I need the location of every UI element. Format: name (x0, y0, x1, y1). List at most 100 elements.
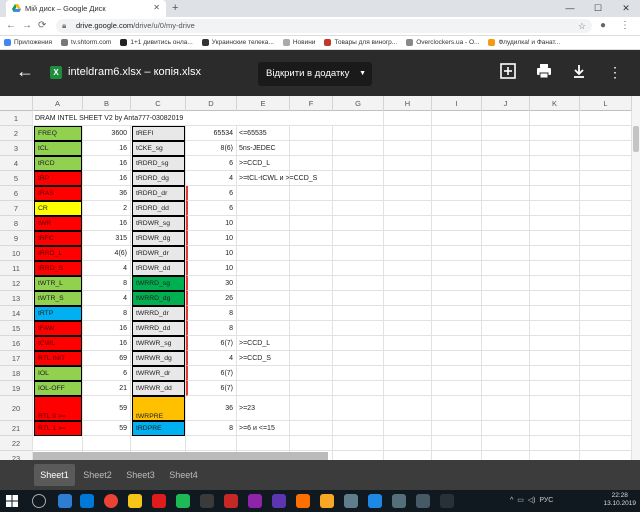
param-value-cell[interactable]: 6 (83, 366, 131, 381)
minimize-icon[interactable]: — (556, 0, 584, 17)
menu-dots-icon[interactable]: ⋮ (620, 20, 630, 31)
row-header[interactable]: 14 (0, 306, 33, 321)
timing-label-cell[interactable]: tWRWR_dr (132, 366, 185, 381)
row-header[interactable]: 13 (0, 291, 33, 306)
row-header[interactable]: 5 (0, 171, 33, 186)
note-cell[interactable]: >=CCD_L (237, 336, 290, 351)
timing-value-cell[interactable]: 10 (186, 246, 237, 261)
row-header[interactable]: 8 (0, 216, 33, 231)
timing-value-cell[interactable]: 6(7) (186, 336, 237, 351)
row-header[interactable]: 10 (0, 246, 33, 261)
column-header[interactable]: G (333, 96, 384, 111)
note-cell[interactable] (237, 321, 290, 336)
param-label-cell[interactable]: tWR (34, 216, 82, 231)
edge-icon[interactable] (80, 494, 94, 508)
app-icon-2[interactable] (200, 494, 214, 508)
sheet-tab[interactable]: Sheet2 (77, 464, 118, 486)
timing-value-cell[interactable]: 8 (186, 321, 237, 336)
row-header[interactable]: 12 (0, 276, 33, 291)
search-icon[interactable] (32, 494, 46, 508)
column-header[interactable]: F (290, 96, 333, 111)
note-cell[interactable]: >=CCD_L (237, 156, 290, 171)
timing-label-cell[interactable]: tWRPRE (132, 396, 185, 421)
param-label-cell[interactable]: FREQ (34, 126, 82, 141)
row-header[interactable]: 2 (0, 126, 33, 141)
timing-label-cell[interactable]: tWRWR_dd (132, 381, 185, 396)
param-value-cell[interactable]: 4 (83, 291, 131, 306)
app-icon-3[interactable] (224, 494, 238, 508)
param-label-cell[interactable]: tRTP (34, 306, 82, 321)
column-header[interactable]: C (131, 96, 186, 111)
back-nav-icon[interactable]: ← (6, 20, 16, 31)
bookmark-item[interactable]: 1+1 дивитись онла... (120, 39, 193, 46)
app-icon-8[interactable] (344, 494, 358, 508)
row-header[interactable]: 1 (0, 111, 33, 126)
param-value-cell[interactable]: 16 (83, 321, 131, 336)
opera-icon[interactable] (152, 494, 166, 508)
timing-value-cell[interactable]: 4 (186, 171, 237, 186)
timing-label-cell[interactable]: tRDRD_dr (132, 186, 185, 201)
spreadsheet-grid[interactable]: ABCDEFGHIJKL 1 2 3 4 5 6 7 8 9 10 11 12 13 14 15 16 17 18… (0, 96, 640, 460)
add-to-drive-icon[interactable] (499, 63, 517, 81)
app-icon-10[interactable] (392, 494, 406, 508)
param-value-cell[interactable]: 69 (83, 351, 131, 366)
param-value-cell[interactable]: 59 (83, 396, 131, 421)
param-value-cell[interactable]: 21 (83, 381, 131, 396)
sheet-tab[interactable]: Sheet1 (34, 464, 75, 486)
timing-value-cell[interactable]: 10 (186, 231, 237, 246)
sheet-tab[interactable]: Sheet3 (120, 464, 161, 486)
note-cell[interactable] (237, 276, 290, 291)
column-header[interactable]: D (186, 96, 237, 111)
timing-label-cell[interactable]: tRDRD_dg (132, 171, 185, 186)
print-icon[interactable] (535, 63, 553, 81)
timing-value-cell[interactable]: 4 (186, 351, 237, 366)
param-label-cell[interactable]: tRAS (34, 186, 82, 201)
column-header[interactable]: A (33, 96, 83, 111)
timing-label-cell[interactable]: tRDPRE (132, 421, 185, 436)
param-value-cell[interactable]: 16 (83, 141, 131, 156)
param-label-cell[interactable]: tFAW (34, 321, 82, 336)
param-value-cell[interactable]: 2 (83, 201, 131, 216)
timing-value-cell[interactable]: 8 (186, 421, 237, 436)
note-cell[interactable] (237, 381, 290, 396)
app-icon-1[interactable] (176, 494, 190, 508)
timing-label-cell[interactable]: tREFI (132, 126, 185, 141)
sheet-title-cell[interactable]: DRAM INTEL SHEET V2 by Anta777-03082019 (33, 111, 333, 126)
note-cell[interactable] (237, 201, 290, 216)
row-header[interactable]: 3 (0, 141, 33, 156)
app-icon-9[interactable] (368, 494, 382, 508)
profile-avatar-icon[interactable]: ● (600, 20, 606, 31)
timing-value-cell[interactable]: 6(7) (186, 381, 237, 396)
timing-label-cell[interactable]: tWRWR_dg (132, 351, 185, 366)
note-cell[interactable] (237, 216, 290, 231)
timing-value-cell[interactable]: 6(7) (186, 366, 237, 381)
chrome-icon[interactable] (104, 494, 118, 508)
back-arrow-icon[interactable]: ← (16, 61, 34, 82)
param-label-cell[interactable]: CR (34, 201, 82, 216)
column-header[interactable]: J (482, 96, 530, 111)
timing-value-cell[interactable]: 30 (186, 276, 237, 291)
forward-nav-icon[interactable]: → (22, 20, 32, 31)
param-label-cell[interactable]: IOL (34, 366, 82, 381)
bookmark-item[interactable]: Флудилка! и Фанат... (488, 39, 560, 46)
bookmark-item[interactable]: Товары для виногр... (324, 39, 397, 46)
timing-label-cell[interactable]: tRDWR_dr (132, 246, 185, 261)
url-input[interactable]: 🔒︎ drive.google.com/drive/u/0/my-drive ☆ (56, 19, 592, 33)
timing-value-cell[interactable]: 8 (186, 306, 237, 321)
timing-value-cell[interactable]: 26 (186, 291, 237, 306)
timing-label-cell[interactable]: tRDRD_dd (132, 201, 185, 216)
param-label-cell[interactable]: tRP (34, 171, 82, 186)
param-label-cell[interactable]: tWTR_S (34, 291, 82, 306)
scroll-thumb[interactable] (633, 126, 639, 152)
row-header[interactable]: 16 (0, 336, 33, 351)
bookmark-item[interactable]: tv.shtorm.com (61, 39, 111, 46)
note-cell[interactable] (237, 261, 290, 276)
timing-label-cell[interactable]: tCKE_sg (132, 141, 185, 156)
horizontal-scrollbar[interactable] (33, 452, 328, 460)
column-header[interactable]: I (432, 96, 482, 111)
note-cell[interactable]: >=23 (237, 396, 290, 421)
column-header[interactable]: L (580, 96, 632, 111)
param-label-cell[interactable]: tCWL (34, 336, 82, 351)
param-label-cell[interactable]: tRFC (34, 231, 82, 246)
param-value-cell[interactable]: 59 (83, 421, 131, 436)
